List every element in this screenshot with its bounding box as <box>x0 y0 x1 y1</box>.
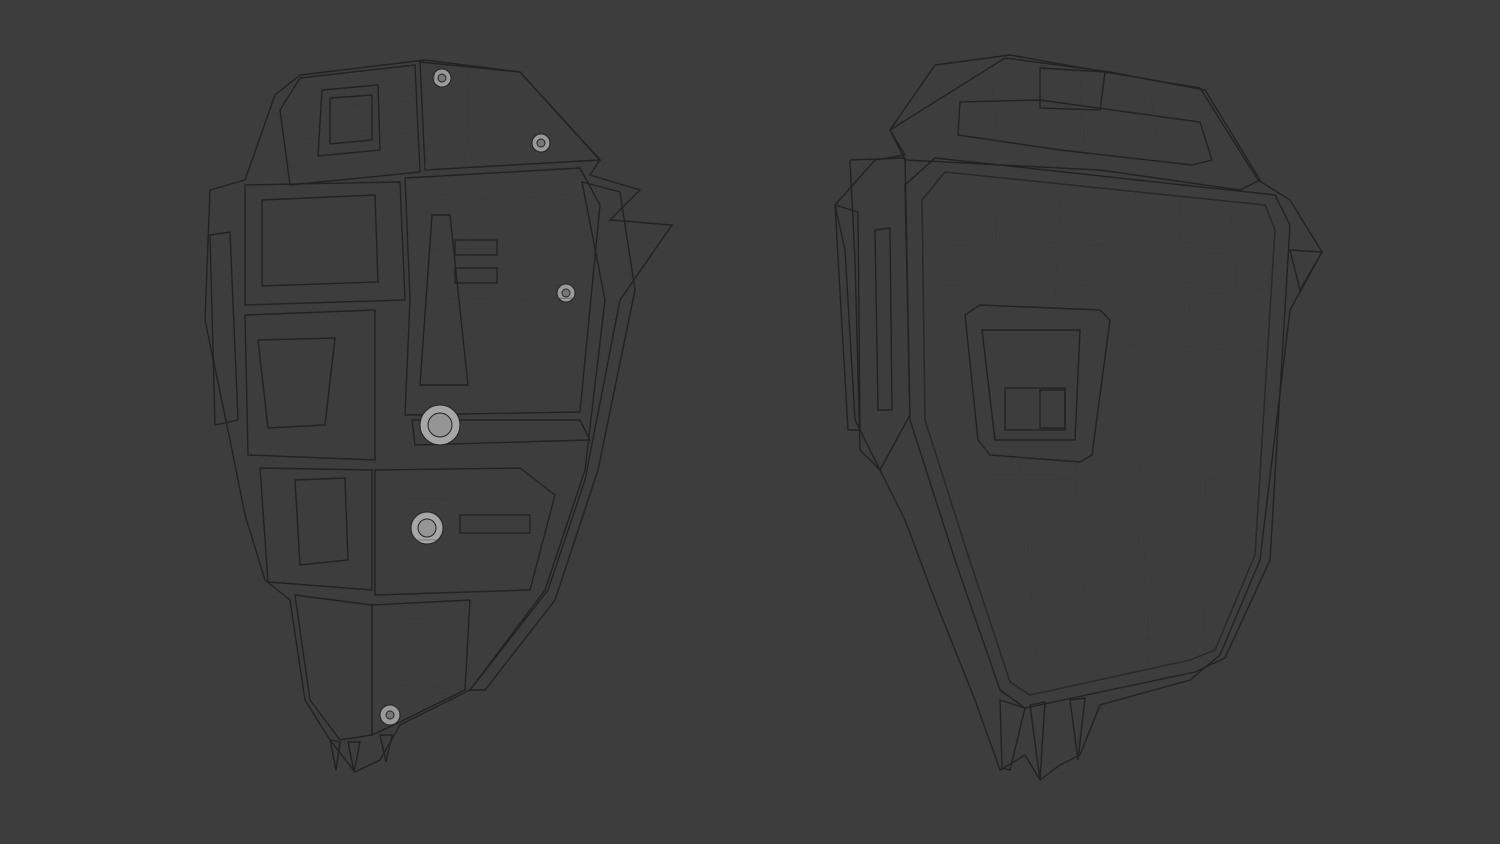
render-canvas <box>204 54 1324 782</box>
3d-viewport[interactable] <box>0 0 1500 844</box>
mask-back-model[interactable] <box>834 54 1324 782</box>
mask-front-model[interactable] <box>204 59 674 773</box>
